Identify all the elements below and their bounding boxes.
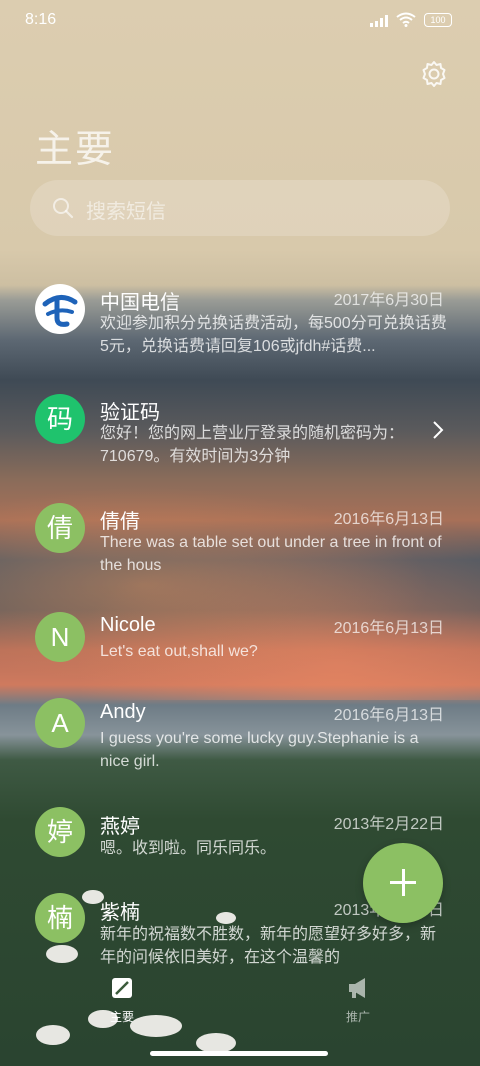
conversation-item[interactable]: 码 验证码 您好！您的网上营业厅登录的随机密码为：710679。有效时间为3分钟 [0,382,480,490]
tab-primary-label: 主要 [109,1010,134,1024]
avatar-label: 楠 [46,903,73,933]
conversation-item[interactable]: 中国电信 2017年6月30日 欢迎参加积分兑换话费活动，每500分可兑换话费5… [0,272,480,380]
search-icon [53,198,74,219]
search-bar[interactable]: 搜索短信 [30,180,450,236]
avatar-label: N [50,622,70,652]
conversation-preview: 新年的祝福数不胜数，新年的愿望好多好多，新年的问候依旧美好，在这个温馨的 [100,926,437,964]
settings-gear-icon[interactable] [420,60,448,88]
wifi-icon [396,12,416,27]
megaphone-icon [349,978,365,998]
conversation-preview: 您好！您的网上营业厅登录的随机密码为：710679。有效时间为3分钟 [100,425,405,465]
compose-icon [112,978,132,998]
conversation-preview: Let's eat out,shall we? [100,643,258,660]
avatar: 楠 [35,893,85,943]
avatar: 码 [35,394,85,444]
conversation-date: 2016年6月13日 [333,511,444,528]
conversation-item[interactable]: A Andy 2016年6月13日 I guess you're some lu… [0,690,480,798]
avatar-label: 码 [46,404,73,434]
conversation-list: 中国电信 2017年6月30日 欢迎参加积分兑换话费活动，每500分可兑换话费5… [0,272,480,964]
signal-icon [370,13,388,27]
conversation-date: 2017年6月30日 [333,292,444,309]
avatar: A [35,698,85,748]
conversation-preview: There was a table set out under a tree i… [100,534,442,574]
tab-promotions-label: 推广 [345,1010,370,1024]
china-telecom-logo-avatar [35,284,85,334]
avatar: N [35,612,85,662]
home-indicator[interactable] [150,1051,328,1056]
tab-promotions[interactable]: 推广 [328,975,388,1025]
conversation-preview: 欢迎参加积分兑换话费活动，每500分可兑换话费5元，兑换话费请回复106或jfd… [100,315,447,355]
status-bar: 8:16 100 [0,0,480,40]
conversation-name: 中国电信 [100,292,180,314]
conversation-name: 倩倩 [100,511,140,533]
china-telecom-logo-icon [42,295,78,327]
conversation-preview: I guess you're some lucky guy.Stephanie … [100,730,419,770]
conversation-name: Nicole [100,614,156,636]
conversation-name: Andy [100,701,146,723]
tab-primary[interactable]: 主要 [92,975,152,1025]
wallpaper-sheep [36,1025,70,1045]
conversation-item[interactable]: 倩 倩倩 2016年6月13日 There was a table set ou… [0,492,480,600]
avatar: 婷 [35,807,85,857]
status-time: 8:16 [25,11,57,28]
conversation-date: 2013年2月22日 [333,816,444,833]
avatar-label: 婷 [46,817,73,847]
battery-icon: 100 [424,12,452,27]
page-title: 主要 [35,129,116,171]
avatar-label: A [51,708,69,738]
wallpaper-sheep [196,1033,236,1053]
conversation-date: 2016年6月13日 [333,707,444,724]
search-placeholder: 搜索短信 [86,201,166,223]
conversation-name: 燕婷 [100,816,140,838]
conversation-date: 2016年6月13日 [333,620,444,637]
avatar-label: 倩 [46,513,73,543]
avatar: 倩 [35,503,85,553]
conversation-name: 紫楠 [100,902,140,924]
conversation-name: 验证码 [100,402,160,424]
chevron-right-icon[interactable] [432,420,444,440]
new-message-button[interactable] [363,843,443,923]
